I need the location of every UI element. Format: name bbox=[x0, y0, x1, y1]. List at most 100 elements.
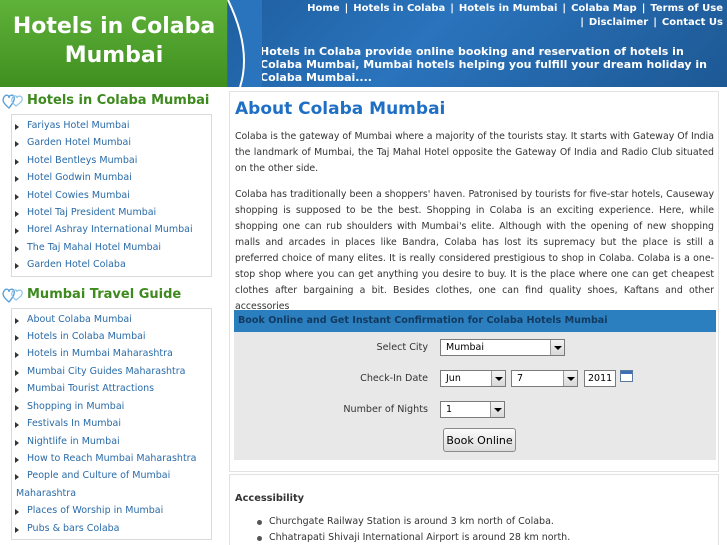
triangle-bullet-icon bbox=[15, 335, 19, 342]
header-banner: Home | Hotels in Colaba | Hotels in Mumbai | C… bbox=[228, 0, 727, 87]
guide-link-text: Nightlife in Mumbai bbox=[27, 435, 120, 447]
guide-link[interactable]: Festivals In Mumbai bbox=[12, 415, 211, 432]
guide-link[interactable]: Hotels in Mumbai Maharashtra bbox=[12, 345, 211, 362]
nav-disclaimer[interactable]: Disclaimer bbox=[589, 17, 648, 28]
logo-title-line1: Hotels in Colaba bbox=[12, 14, 216, 39]
sidebar-heading-hotels: Hotels in Colaba Mumbai bbox=[0, 88, 214, 114]
nav-separator: | bbox=[580, 17, 584, 28]
guide-link[interactable]: Pubs & bars Colaba bbox=[12, 520, 211, 537]
book-online-button[interactable]: Book Online bbox=[443, 428, 516, 452]
chevron-down-icon[interactable] bbox=[563, 371, 577, 386]
sidebar-heading-guide-text: Mumbai Travel Guide bbox=[27, 286, 182, 302]
triangle-bullet-icon bbox=[15, 404, 19, 411]
hotels-list: Fariyas Hotel Mumbai Garden Hotel Mumbai… bbox=[11, 114, 212, 277]
nav-terms-of-use[interactable]: Terms of Use bbox=[650, 3, 723, 14]
guide-link[interactable]: How to Reach Mumbai Maharashtra bbox=[12, 450, 211, 467]
guide-link-text: Mumbai City Guides Maharashtra bbox=[27, 365, 186, 377]
guide-link[interactable]: Hotels in Colaba Mumbai bbox=[12, 328, 211, 345]
triangle-bullet-icon bbox=[15, 456, 19, 463]
checkin-day-select[interactable]: 7 bbox=[511, 370, 578, 387]
hotel-link[interactable]: Garden Hotel Colaba bbox=[12, 256, 211, 273]
hearts-icon bbox=[2, 94, 23, 109]
triangle-bullet-icon bbox=[15, 387, 19, 394]
accessibility-title: Accessibility bbox=[235, 493, 305, 504]
site-header: Hotels in Colaba Mumbai Home | Hotels in C… bbox=[0, 0, 727, 87]
hotel-link[interactable]: Hotel Cowies Mumbai bbox=[12, 187, 211, 204]
nights-select[interactable]: 1 bbox=[440, 401, 505, 418]
guide-link[interactable]: Places of Worship in Mumbai bbox=[12, 502, 211, 519]
nav-separator: | bbox=[641, 3, 646, 14]
hotel-link[interactable]: Fariyas Hotel Mumbai bbox=[12, 117, 211, 134]
hearts-icon bbox=[2, 288, 23, 303]
nights-label: Number of Nights bbox=[343, 404, 428, 415]
hotel-link[interactable]: Garden Hotel Mumbai bbox=[12, 134, 211, 151]
guide-link[interactable]: People and Culture of Mumbai bbox=[12, 467, 211, 484]
left-sidebar: Hotels in Colaba Mumbai Fariyas Hotel Mu… bbox=[0, 88, 214, 540]
nav-contact-us[interactable]: Contact Us bbox=[662, 17, 723, 28]
hotel-link-text: Hotel Taj President Mumbai bbox=[27, 207, 157, 219]
triangle-bullet-icon bbox=[15, 526, 19, 533]
city-select[interactable]: Mumbai bbox=[440, 339, 565, 356]
nav-colaba-map[interactable]: Colaba Map bbox=[571, 3, 637, 14]
nav-hotels-in-colaba[interactable]: Hotels in Colaba bbox=[353, 3, 445, 14]
hotel-link[interactable]: Hotel Godwin Mumbai bbox=[12, 169, 211, 186]
chevron-down-icon[interactable] bbox=[490, 402, 504, 417]
checkin-day-value: 7 bbox=[517, 373, 524, 384]
guide-link-text: About Colaba Mumbai bbox=[27, 313, 132, 325]
hotel-link[interactable]: Horel Ashray International Mumbai bbox=[12, 221, 211, 238]
chevron-down-icon[interactable] bbox=[491, 371, 505, 386]
triangle-bullet-icon bbox=[15, 369, 19, 376]
checkin-row: Check-In Date Jun 7 2011 bbox=[234, 370, 716, 390]
nav-separator: | bbox=[450, 3, 454, 14]
about-paragraph-2: Colaba has traditionally been a shoppers… bbox=[235, 189, 714, 312]
triangle-bullet-icon bbox=[15, 474, 19, 481]
top-navigation: Home | Hotels in Colaba | Hotels in Mumbai | C… bbox=[303, 2, 723, 30]
hotel-link[interactable]: Hotel Taj President Mumbai bbox=[12, 204, 211, 221]
hotel-link[interactable]: The Taj Mahal Hotel Mumbai bbox=[12, 239, 211, 256]
checkin-year-value: 2011 bbox=[588, 373, 613, 384]
nav-separator: | bbox=[562, 3, 567, 14]
guide-link[interactable]: Nightlife in Mumbai bbox=[12, 433, 211, 450]
checkin-year-input[interactable]: 2011 bbox=[584, 370, 616, 387]
nav-hotels-in-mumbai[interactable]: Hotels in Mumbai bbox=[459, 3, 558, 14]
hotel-link-text: Garden Hotel Colaba bbox=[27, 259, 126, 271]
triangle-bullet-icon bbox=[15, 263, 19, 270]
nav-home[interactable]: Home bbox=[307, 3, 339, 14]
hotel-link-text: Hotel Bentleys Mumbai bbox=[27, 154, 138, 166]
guide-link[interactable]: Mumbai Tourist Attractions bbox=[12, 380, 211, 397]
triangle-bullet-icon bbox=[15, 422, 19, 429]
guide-link[interactable]: Mumbai City Guides Maharashtra bbox=[12, 363, 211, 380]
triangle-bullet-icon bbox=[15, 228, 19, 235]
logo-swoosh-decoration bbox=[227, 0, 262, 87]
hotel-link-text: Hotel Godwin Mumbai bbox=[27, 172, 132, 184]
booking-form: Book Online and Get Instant Confirmation… bbox=[234, 310, 716, 460]
checkin-month-select[interactable]: Jun bbox=[440, 370, 506, 387]
chevron-down-icon[interactable] bbox=[550, 340, 564, 355]
hotel-link-text: Horel Ashray International Mumbai bbox=[27, 224, 193, 236]
guide-link-continuation[interactable]: Maharashtra bbox=[12, 485, 211, 502]
guide-link[interactable]: Shopping in Mumbai bbox=[12, 398, 211, 415]
sidebar-heading-guide: Mumbai Travel Guide bbox=[0, 282, 214, 308]
hotel-link[interactable]: Hotel Bentleys Mumbai bbox=[12, 152, 211, 169]
guide-link-text: Mumbai Tourist Attractions bbox=[27, 383, 155, 395]
triangle-bullet-icon bbox=[15, 352, 19, 359]
triangle-bullet-icon bbox=[15, 245, 19, 252]
calendar-icon[interactable] bbox=[620, 370, 633, 382]
logo-title: Hotels in Colaba Mumbai bbox=[0, 12, 228, 70]
booking-form-heading: Book Online and Get Instant Confirmation… bbox=[234, 310, 716, 332]
nights-select-value: 1 bbox=[446, 404, 453, 415]
nights-row: Number of Nights 1 bbox=[234, 401, 716, 421]
hotel-link-text: The Taj Mahal Hotel Mumbai bbox=[27, 241, 162, 253]
triangle-bullet-icon bbox=[15, 158, 19, 165]
triangle-bullet-icon bbox=[15, 317, 19, 324]
hotel-link-text: Hotel Cowies Mumbai bbox=[27, 189, 130, 201]
guide-link[interactable]: About Colaba Mumbai bbox=[12, 311, 211, 328]
triangle-bullet-icon bbox=[15, 176, 19, 183]
checkin-month-value: Jun bbox=[446, 373, 461, 384]
hotel-link-text: Garden Hotel Mumbai bbox=[27, 137, 131, 149]
site-logo[interactable]: Hotels in Colaba Mumbai bbox=[0, 0, 228, 87]
guide-link-text: Pubs & bars Colaba bbox=[27, 522, 120, 534]
city-label: Select City bbox=[376, 342, 428, 353]
triangle-bullet-icon bbox=[15, 193, 19, 200]
guide-link-text: Shopping in Mumbai bbox=[27, 400, 125, 412]
